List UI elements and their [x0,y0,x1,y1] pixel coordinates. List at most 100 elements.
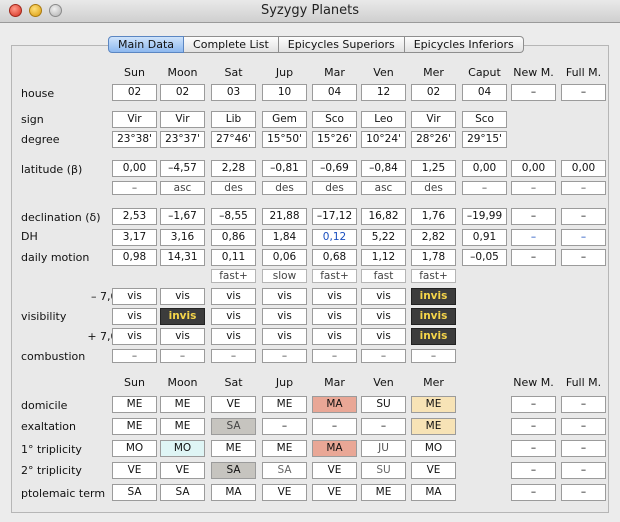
degree-cell: 27°46' [211,131,256,148]
dh-cell: 3,17 [112,229,157,246]
combustion-cell: – [411,349,456,363]
latitude-label: latitude (β) [21,163,83,176]
house-cell: 02 [411,84,456,101]
vis_today-cell: vis [262,308,307,325]
declination-cell: –1,67 [160,208,205,225]
triplicity1-cell: – [561,440,606,457]
vis_today-cell: invis [160,308,205,325]
latitude-cell: –0,84 [361,160,406,177]
column-header: Sat [224,376,243,389]
column-header: Moon [167,376,198,389]
exaltation-cell: – [511,418,556,435]
tab-epicycles-inferiors[interactable]: Epicycles Inferiors [404,36,524,53]
column-header: New M. [513,66,554,79]
latitude_dir-cell: asc [361,181,406,195]
exaltation-cell: SA [211,418,256,435]
domicile-cell: ME [112,396,157,413]
column-header: Mar [324,376,345,389]
latitude-cell: 0,00 [112,160,157,177]
degree-cell: 23°38' [112,131,157,148]
column-header: Sat [224,66,243,79]
vis_today-cell: vis [211,308,256,325]
triplicity2-cell: SA [211,462,256,479]
sign-cell: Lib [211,111,256,128]
exaltation-cell: – [262,418,307,435]
column-header: Full M. [565,376,602,389]
latitude-cell: 0,00 [511,160,556,177]
declination-cell: – [511,208,556,225]
dh-cell: 0,12 [312,229,357,246]
tab-epicycles-superiors[interactable]: Epicycles Superiors [278,36,405,53]
degree-label: degree [21,133,60,146]
combustion-cell: – [262,349,307,363]
vis_today-cell: invis [411,308,456,325]
motion_quality-cell: slow [262,269,307,283]
triplicity2-cell: – [561,462,606,479]
vis_plus-cell: vis [211,328,256,345]
column-header: Sun [124,66,145,79]
first-triplicity-label: 1° triplicity [21,443,82,456]
tab-complete-list[interactable]: Complete List [184,36,279,53]
vis_plus-cell: vis [312,328,357,345]
exaltation-cell: – [561,418,606,435]
triplicity1-cell: – [511,440,556,457]
triplicity2-cell: VE [160,462,205,479]
latitude-cell: –4,57 [160,160,205,177]
exaltation-cell: ME [411,418,456,435]
ptolemaic-cell: VE [312,484,357,501]
title-bar: Syzygy Planets [0,0,620,23]
dh-cell: 3,16 [160,229,205,246]
declination-cell: 1,76 [411,208,456,225]
house-cell: 10 [262,84,307,101]
vis_today-cell: vis [112,308,157,325]
daily_motion-cell: 14,31 [160,249,205,266]
motion_quality-cell: fast+ [312,269,357,283]
vis_plus-cell: invis [411,328,456,345]
column-header: Caput [468,66,501,79]
latitude_dir-cell: des [411,181,456,195]
house-cell: 04 [312,84,357,101]
latitude_dir-cell: – [462,181,507,195]
declination-cell: 21,88 [262,208,307,225]
motion_quality-cell: fast+ [211,269,256,283]
vis_minus-cell: vis [262,288,307,305]
latitude_dir-cell: – [511,181,556,195]
combustion-label: combustion [21,350,86,363]
column-header: Sun [124,376,145,389]
domicile-label: domicile [21,399,68,412]
combustion-cell: – [112,349,157,363]
column-header: Mer [423,66,444,79]
declination-cell: –19,99 [462,208,507,225]
daily_motion-cell: 0,06 [262,249,307,266]
dh-cell: 1,84 [262,229,307,246]
degree-cell: 10°24' [361,131,406,148]
exaltation-cell: – [312,418,357,435]
declination-label: declination (δ) [21,211,101,224]
column-header: Mar [324,66,345,79]
domicile-cell: MA [312,396,357,413]
tab-bar: Main Data Complete List Epicycles Superi… [108,36,524,53]
triplicity2-cell: VE [411,462,456,479]
dh-cell: 0,91 [462,229,507,246]
main-data-panel: Sun Moon Sat Jup Mar Ven Mer Caput New M. Full M.… [11,45,609,513]
domicile-cell: SU [361,396,406,413]
triplicity1-cell: MA [312,440,357,457]
ptolemaic-cell: SA [160,484,205,501]
vis_minus-cell: vis [211,288,256,305]
house-cell: – [511,84,556,101]
latitude-cell: 0,00 [561,160,606,177]
daily_motion-cell: – [511,249,556,266]
triplicity2-cell: – [511,462,556,479]
ptolemaic-cell: VE [262,484,307,501]
declination-cell: – [561,208,606,225]
domicile-cell: ME [262,396,307,413]
tab-main-data[interactable]: Main Data [108,36,185,53]
exaltation-label: exaltation [21,420,77,433]
vis_minus-cell: vis [160,288,205,305]
vis_today-cell: vis [361,308,406,325]
sign-cell: Vir [112,111,157,128]
daily_motion-cell: 1,78 [411,249,456,266]
window-title: Syzygy Planets [260,3,360,18]
second-triplicity-label: 2° triplicity [21,464,82,477]
latitude_dir-cell: – [112,181,157,195]
